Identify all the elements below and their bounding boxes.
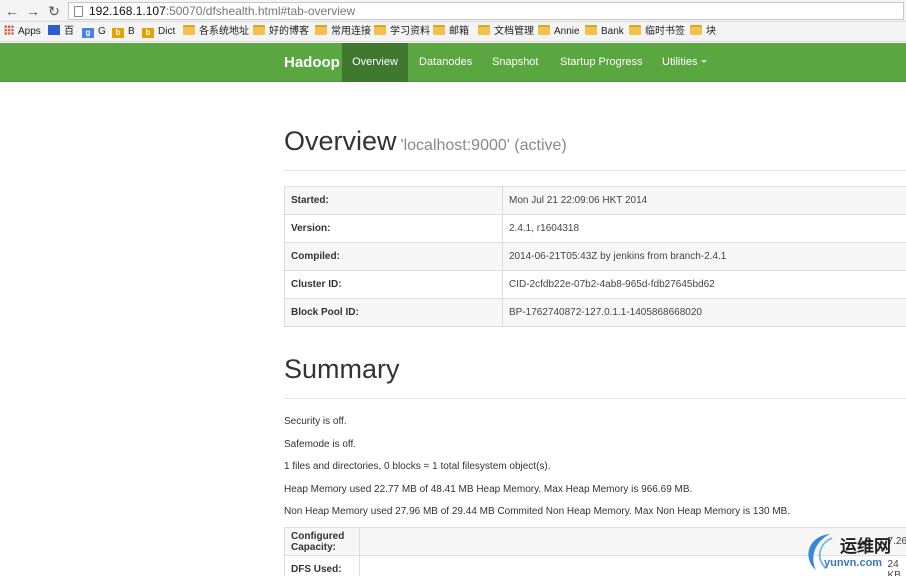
table-value: BP-1762740872-127.0.1.1-1405868668020 — [502, 298, 906, 327]
folder-icon — [183, 25, 195, 35]
bookmark-folder-systems[interactable]: 各系统地址 — [183, 22, 249, 42]
divider — [284, 398, 906, 399]
forward-icon[interactable]: → — [24, 2, 42, 20]
tab-snapshot[interactable]: Snapshot — [483, 43, 547, 82]
tab-datanodes[interactable]: Datanodes — [410, 43, 481, 82]
folder-icon — [315, 25, 327, 35]
top-navbar: Hadoop Overview Datanodes Snapshot Start… — [0, 43, 906, 82]
divider — [284, 170, 906, 171]
watermark-url: yunvn.com — [824, 557, 883, 569]
heap-memory: Heap Memory used 22.77 MB of 48.41 MB He… — [284, 484, 693, 495]
bing-dict-icon: b — [142, 28, 154, 38]
table-key: Compiled: — [284, 242, 503, 271]
tab-startup-progress[interactable]: Startup Progress — [551, 43, 652, 82]
security-status: Security is off. — [284, 416, 347, 427]
bookmark-bing[interactable]: bB — [112, 22, 135, 42]
page-icon — [74, 6, 83, 17]
bookmark-baidu[interactable]: 百 — [48, 22, 74, 42]
folder-icon — [629, 25, 641, 35]
bing-icon: b — [112, 28, 124, 38]
browser-toolbar: ← → ↻ 192.168.1.107:50070/dfshealth.html… — [0, 0, 906, 22]
table-row: Version: 2.4.1, r1604318 — [284, 214, 906, 243]
baidu-icon — [48, 25, 60, 35]
table-row: Block Pool ID: BP-1762740872-127.0.1.1-14… — [284, 298, 906, 327]
address-bar[interactable]: 192.168.1.107:50070/dfshealth.html#tab-o… — [68, 2, 904, 20]
non-heap-memory: Non Heap Memory used 27.96 MB of 29.44 M… — [284, 506, 791, 517]
folder-icon — [538, 25, 550, 35]
folder-icon — [253, 25, 265, 35]
table-row: Cluster ID: CID-2cfdb22e-07b2-4ab8-965d-f… — [284, 270, 906, 299]
brand-logo[interactable]: Hadoop — [284, 43, 340, 82]
bookmark-folder-study[interactable]: 学习资料 — [374, 22, 430, 42]
folder-icon — [374, 25, 386, 35]
folder-icon — [478, 25, 490, 35]
back-icon[interactable]: ← — [3, 2, 21, 20]
bookmark-folder-mail[interactable]: 邮箱 — [433, 22, 469, 42]
table-row: Started: Mon Jul 21 22:09:06 HKT 2014 — [284, 186, 906, 215]
summary-title: Summary — [284, 354, 400, 384]
bookmark-google[interactable]: gG — [82, 22, 106, 42]
overview-title: Overview'localhost:9000' (active) — [284, 126, 567, 156]
bookmark-folder-temp[interactable]: 临时书签 — [629, 22, 685, 42]
table-key: Started: — [284, 186, 503, 215]
caret-down-icon — [701, 60, 708, 63]
table-row: Compiled: 2014-06-21T05:43Z by jenkins fr… — [284, 242, 906, 271]
bookmark-folder-block[interactable]: 块 — [690, 22, 716, 42]
bookmark-apps[interactable]: Apps — [4, 22, 41, 42]
table-key: Cluster ID: — [284, 270, 503, 299]
bookmark-folder-links[interactable]: 常用连接 — [315, 22, 371, 42]
reload-icon[interactable]: ↻ — [45, 2, 63, 20]
bookmarks-bar: Apps 百 gG bB b Dict 各系统地址 好的博客 常用连接 学习资料 … — [0, 22, 906, 42]
bookmark-folder-docs[interactable]: 文档管理 — [478, 22, 534, 42]
table-value: 2.4.1, r1604318 — [502, 214, 906, 243]
safemode-status: Safemode is off. — [284, 439, 357, 450]
folder-icon — [585, 25, 597, 35]
folder-icon — [690, 25, 702, 35]
tab-overview[interactable]: Overview — [342, 43, 408, 82]
url-host: 192.168.1.107 — [89, 4, 166, 18]
overview-table: Started: Mon Jul 21 22:09:06 HKT 2014 Ver… — [284, 186, 906, 327]
table-value: Mon Jul 21 22:09:06 HKT 2014 — [502, 186, 906, 215]
table-value: CID-2cfdb22e-07b2-4ab8-965d-fdb27645bd62 — [502, 270, 906, 299]
watermark: 运维网 yunvn.com — [800, 528, 904, 574]
google-icon: g — [82, 28, 94, 38]
table-key: DFS Used: — [284, 555, 360, 576]
bookmark-folder-annie[interactable]: Annie — [538, 22, 580, 42]
table-key: Configured Capacity: — [284, 527, 360, 556]
table-key: Block Pool ID: — [284, 298, 503, 327]
bookmark-folder-blogs[interactable]: 好的博客 — [253, 22, 309, 42]
overview-subtitle: 'localhost:9000' (active) — [400, 137, 567, 154]
folder-icon — [433, 25, 445, 35]
url-path: :50070/dfshealth.html#tab-overview — [165, 4, 356, 18]
table-key: Version: — [284, 214, 503, 243]
tab-utilities[interactable]: Utilities — [653, 43, 716, 82]
watermark-name: 运维网 — [840, 537, 891, 556]
table-value: 2014-06-21T05:43Z by jenkins from branch… — [502, 242, 906, 271]
apps-grid-icon — [4, 25, 14, 35]
filesystem-objects: 1 files and directories, 0 blocks = 1 to… — [284, 461, 551, 472]
bookmark-folder-bank[interactable]: Bank — [585, 22, 624, 42]
bookmark-dict[interactable]: b Dict — [142, 22, 175, 42]
